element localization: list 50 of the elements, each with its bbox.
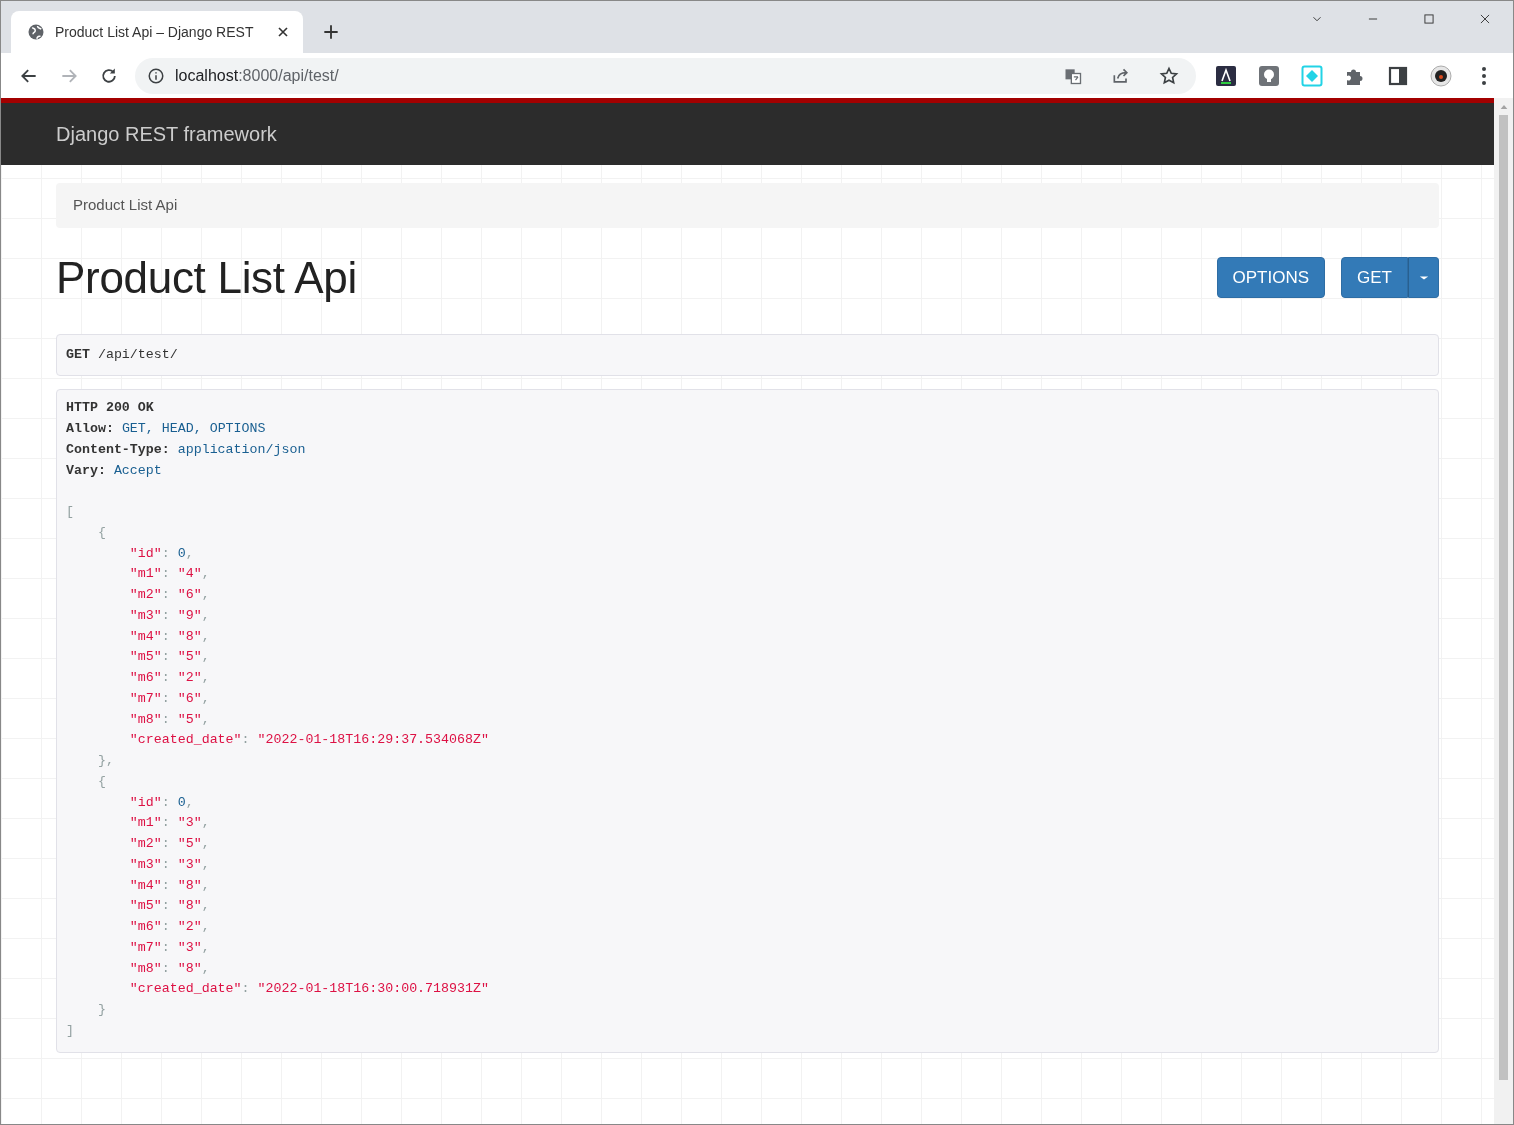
json-line: "m4": "8",: [128, 627, 210, 646]
breadcrumb-item: Product List Api: [73, 196, 178, 213]
url-text: localhost:8000/api/test/: [175, 65, 340, 86]
dropdown-toggle-button[interactable]: [1408, 257, 1439, 299]
response-header-line: Content-Type: application/json: [66, 440, 306, 459]
tab-title: Product List Api – Django REST: [55, 22, 255, 42]
json-line: }: [96, 1001, 106, 1020]
json-line: "m2": "5",: [128, 835, 210, 854]
extension-icon[interactable]: [1213, 63, 1238, 88]
scrollbar[interactable]: [1494, 98, 1513, 1124]
json-line: "m7": "3",: [128, 938, 210, 957]
json-line: "m6": "2",: [128, 669, 210, 688]
json-line: "created_date": "2022-01-18T16:30:00.718931Z": [128, 980, 489, 999]
json-line: "m8": "8",: [128, 959, 210, 978]
json-line: "id": 0,: [128, 544, 194, 563]
json-line: "m5": "8",: [128, 897, 210, 916]
json-line: {: [96, 523, 106, 542]
response-header-line: Vary: Accept: [66, 461, 162, 480]
json-line: "created_date": "2022-01-18T16:29:37.534068Z": [128, 731, 489, 750]
json-line: "m6": "2",: [128, 918, 210, 937]
scrollbar-thumb[interactable]: [1499, 115, 1508, 1080]
brand-link[interactable]: Django REST framework: [56, 119, 277, 149]
lightbulb-icon[interactable]: [1256, 63, 1281, 88]
caret-icon: [1418, 274, 1429, 281]
plus-icon[interactable]: [321, 22, 341, 42]
star-icon[interactable]: [1159, 65, 1179, 86]
status-line: HTTP 200 OK: [66, 399, 154, 418]
get-button[interactable]: GET: [1341, 257, 1408, 299]
request-line: GET /api/test/: [66, 345, 178, 364]
json-line: "m7": "6",: [128, 689, 210, 708]
json-line: },: [96, 752, 114, 771]
options-button[interactable]: OPTIONS: [1216, 257, 1326, 299]
json-line: [: [66, 503, 74, 522]
json-line: "m8": "5",: [128, 710, 210, 729]
page-title: Product List Api: [56, 251, 357, 304]
json-line: {: [96, 772, 106, 791]
address-bar[interactable]: localhost:8000/api/test/: [135, 57, 1196, 94]
json-line: "m3": "3",: [128, 855, 210, 874]
info-icon: [147, 66, 165, 85]
json-line: "id": 0,: [128, 793, 194, 812]
json-line: "m1": "3",: [128, 814, 210, 833]
json-line: "m1": "4",: [128, 565, 210, 584]
json-line: "m2": "6",: [128, 586, 210, 605]
browser-tab[interactable]: Product List Api – Django REST: [11, 11, 303, 53]
response-header-line: Allow: GET, HEAD, OPTIONS: [66, 420, 266, 439]
json-line: "m3": "9",: [128, 606, 210, 625]
json-line: "m4": "8",: [128, 876, 210, 895]
json-line: "m5": "5",: [128, 648, 210, 667]
json-line: ]: [66, 1021, 74, 1040]
profile-avatar-icon[interactable]: [1428, 63, 1453, 88]
